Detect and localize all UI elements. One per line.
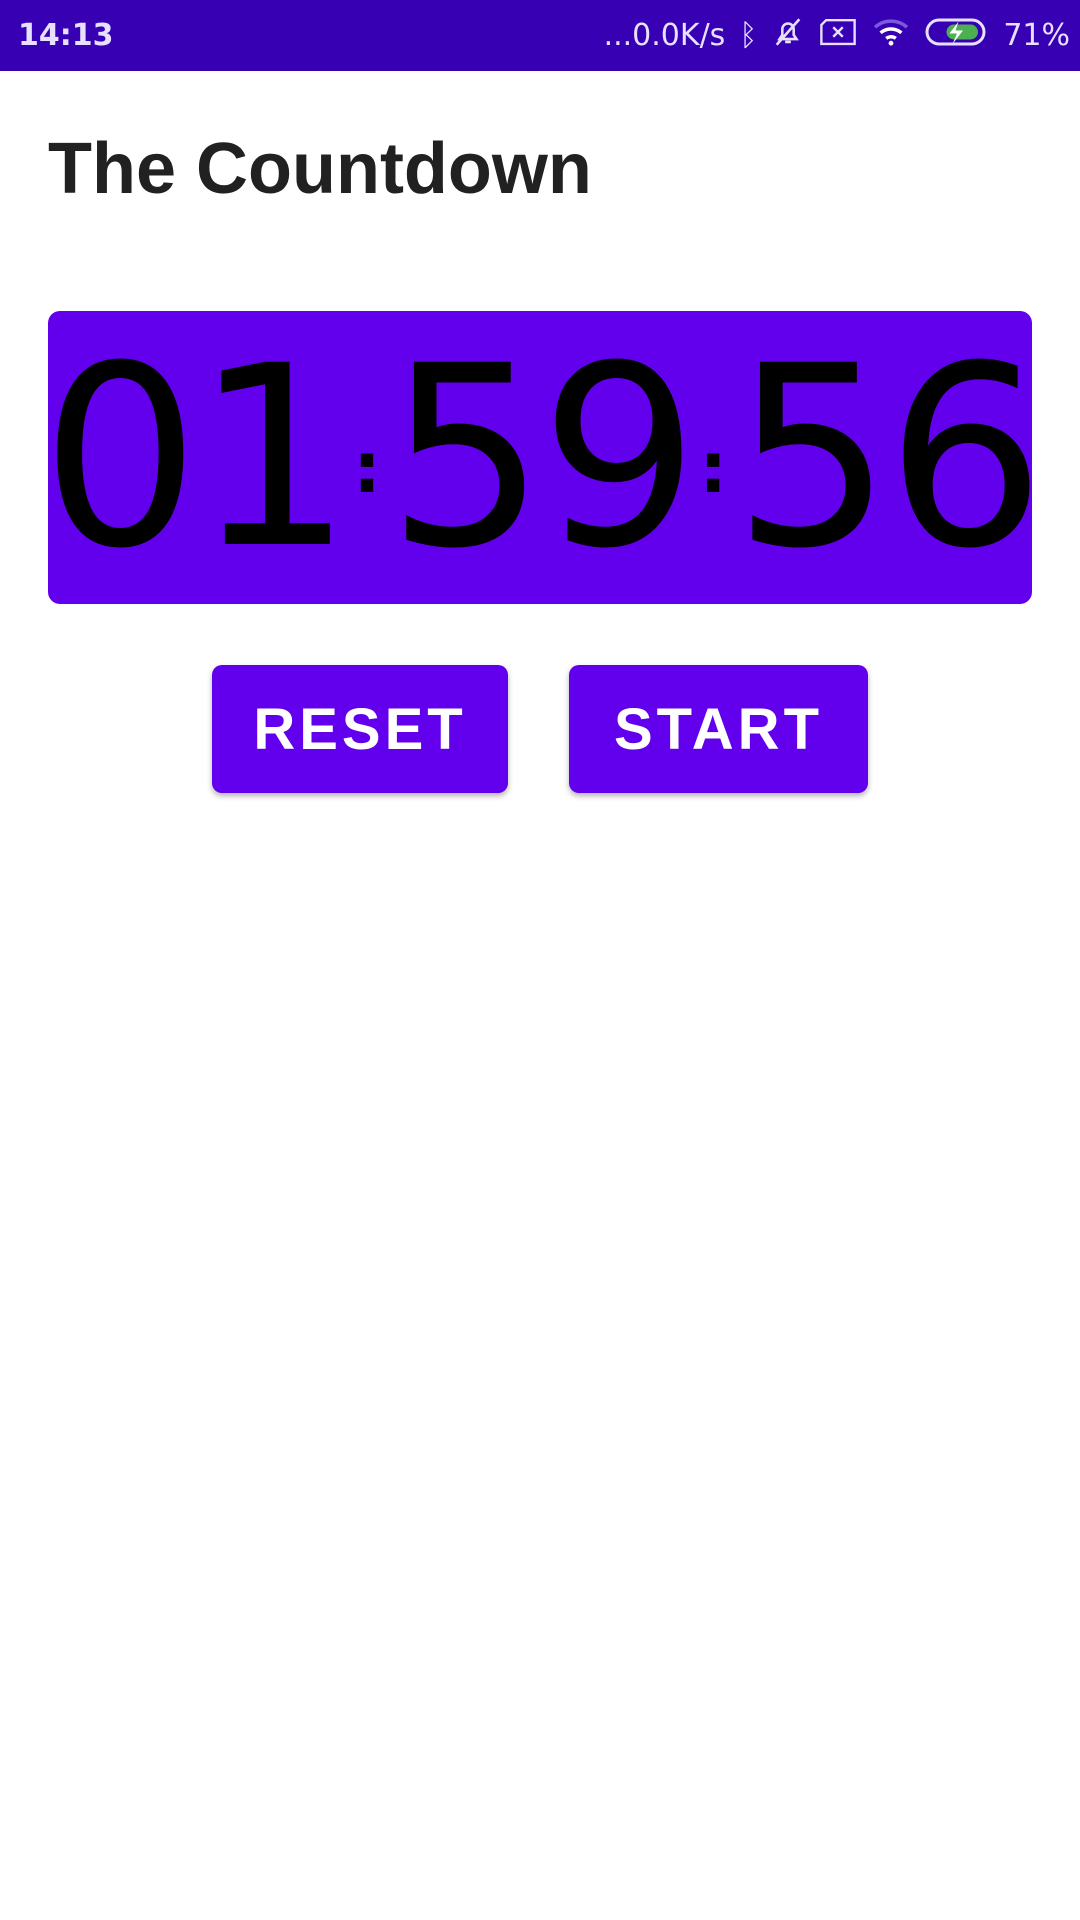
countdown-display: 01 : 59 : 56	[41, 311, 1045, 604]
reset-button[interactable]: RESET	[212, 665, 508, 793]
minutes: 59	[386, 311, 699, 603]
page-title: The Countdown	[48, 129, 592, 209]
hours: 01	[40, 311, 353, 603]
battery-charging-icon	[925, 17, 989, 55]
status-bar: 14:13 ...0.0K/s ᛒ 71%	[0, 0, 1080, 71]
start-button[interactable]: START	[569, 665, 868, 793]
battery-level: 71%	[1003, 18, 1070, 53]
bluetooth-icon: ᛒ	[739, 18, 758, 53]
bell-off-icon	[771, 15, 805, 57]
separator: :	[352, 426, 381, 509]
wifi-icon	[871, 16, 911, 56]
status-time: 14:13	[18, 18, 114, 53]
seconds: 56	[733, 311, 1045, 603]
net-speed: ...0.0K/s	[603, 18, 726, 53]
sim-x-icon	[819, 17, 857, 55]
separator: :	[699, 426, 728, 509]
